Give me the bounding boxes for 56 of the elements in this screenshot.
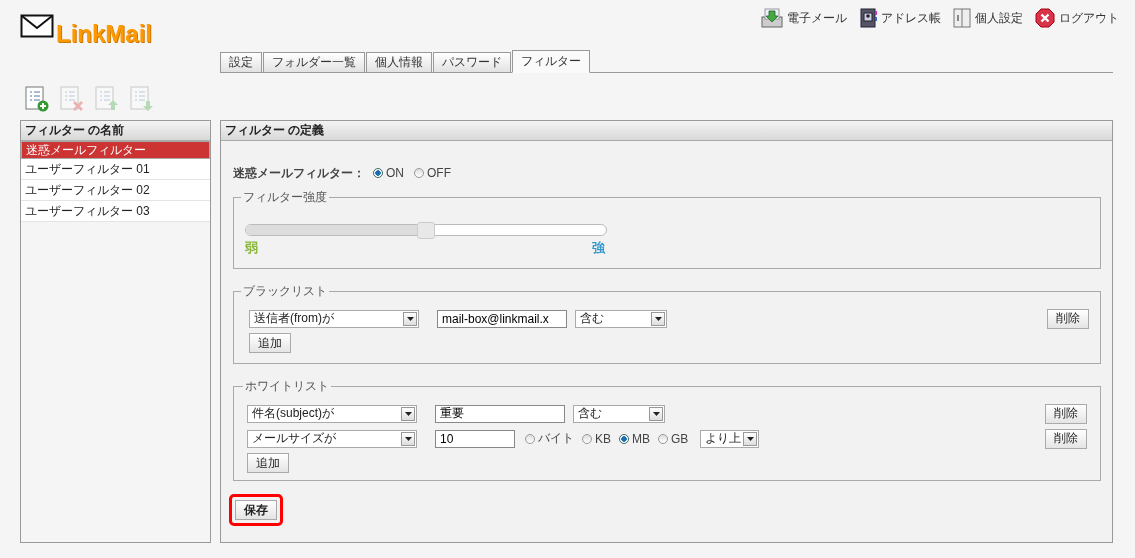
scale-label: 強 (592, 239, 605, 257)
field-dropdown[interactable]: 件名(subject)が (247, 404, 417, 423)
tab[interactable]: 設定 (220, 52, 262, 72)
cabinet-icon (953, 8, 971, 28)
group-legend: ブラックリスト (241, 283, 329, 300)
slider-thumb[interactable] (417, 222, 435, 239)
tab[interactable]: 個人情報 (366, 52, 432, 72)
caret-icon (743, 431, 758, 446)
add-document-icon[interactable] (25, 86, 49, 112)
radio-option[interactable]: OFF (414, 166, 451, 180)
value-input[interactable]: mail-box@linkmail.x (437, 309, 567, 328)
save-button[interactable]: 保存 (235, 500, 277, 520)
caret-icon (401, 431, 415, 446)
unit-radio[interactable]: GB (658, 431, 689, 446)
size-input[interactable]: 10 (435, 429, 515, 448)
comparison-dropdown[interactable]: より上 (700, 429, 760, 448)
address-book-icon (859, 8, 877, 28)
caret-icon (401, 406, 415, 421)
scale-label: 弱 (245, 239, 258, 257)
filter-list-item[interactable]: ユーザーフィルター 01 (21, 159, 210, 180)
delete-button[interactable]: 削除 (1045, 428, 1087, 449)
unit-radio[interactable]: MB (619, 431, 650, 446)
filter-list-item[interactable]: ユーザーフィルター 02 (21, 180, 210, 201)
condition-dropdown[interactable]: 含む (573, 404, 665, 423)
delete-button[interactable]: 削除 (1047, 308, 1089, 329)
value-input[interactable]: 重要 (435, 404, 565, 423)
inbox-download-icon (761, 8, 783, 28)
add-button[interactable]: 追加 (249, 333, 291, 353)
nav-link[interactable]: ログアウト (1035, 8, 1119, 28)
nav-link[interactable]: アドレス帳 (859, 8, 941, 28)
filter-list-item[interactable]: ユーザーフィルター 03 (21, 201, 210, 222)
panel-header: フィルター の定義 (221, 121, 1112, 141)
envelope-icon (20, 14, 54, 40)
filter-list-item[interactable]: 迷惑メールフィルター (21, 141, 210, 159)
nav-link[interactable]: 個人設定 (953, 8, 1023, 28)
nav-link[interactable]: 電子メール (761, 8, 847, 28)
group-legend: フィルター強度 (241, 189, 329, 206)
tab[interactable]: フォルダー一覧 (263, 52, 365, 72)
add-button[interactable]: 追加 (247, 453, 289, 473)
caret-icon (651, 311, 665, 326)
unit-radio[interactable]: KB (582, 431, 611, 446)
tab[interactable]: パスワード (433, 52, 511, 72)
delete-button[interactable]: 削除 (1045, 403, 1087, 424)
field-label: 迷惑メールフィルター： (233, 164, 365, 182)
unit-radio[interactable]: バイト (525, 430, 574, 447)
logo-text: LinkMail (56, 20, 152, 48)
condition-dropdown[interactable]: 含む (575, 309, 667, 328)
radio-option[interactable]: ON (373, 166, 404, 180)
field-dropdown[interactable]: 送信者(from)が (249, 309, 419, 328)
caret-icon (403, 311, 417, 326)
caret-icon (649, 406, 663, 421)
close-icon (1035, 8, 1055, 28)
tab[interactable]: フィルター (512, 50, 590, 73)
group-legend: ホワイトリスト (243, 378, 331, 395)
field-dropdown[interactable]: メールサイズが (247, 429, 417, 448)
panel-header: フィルター の名前 (21, 121, 210, 141)
